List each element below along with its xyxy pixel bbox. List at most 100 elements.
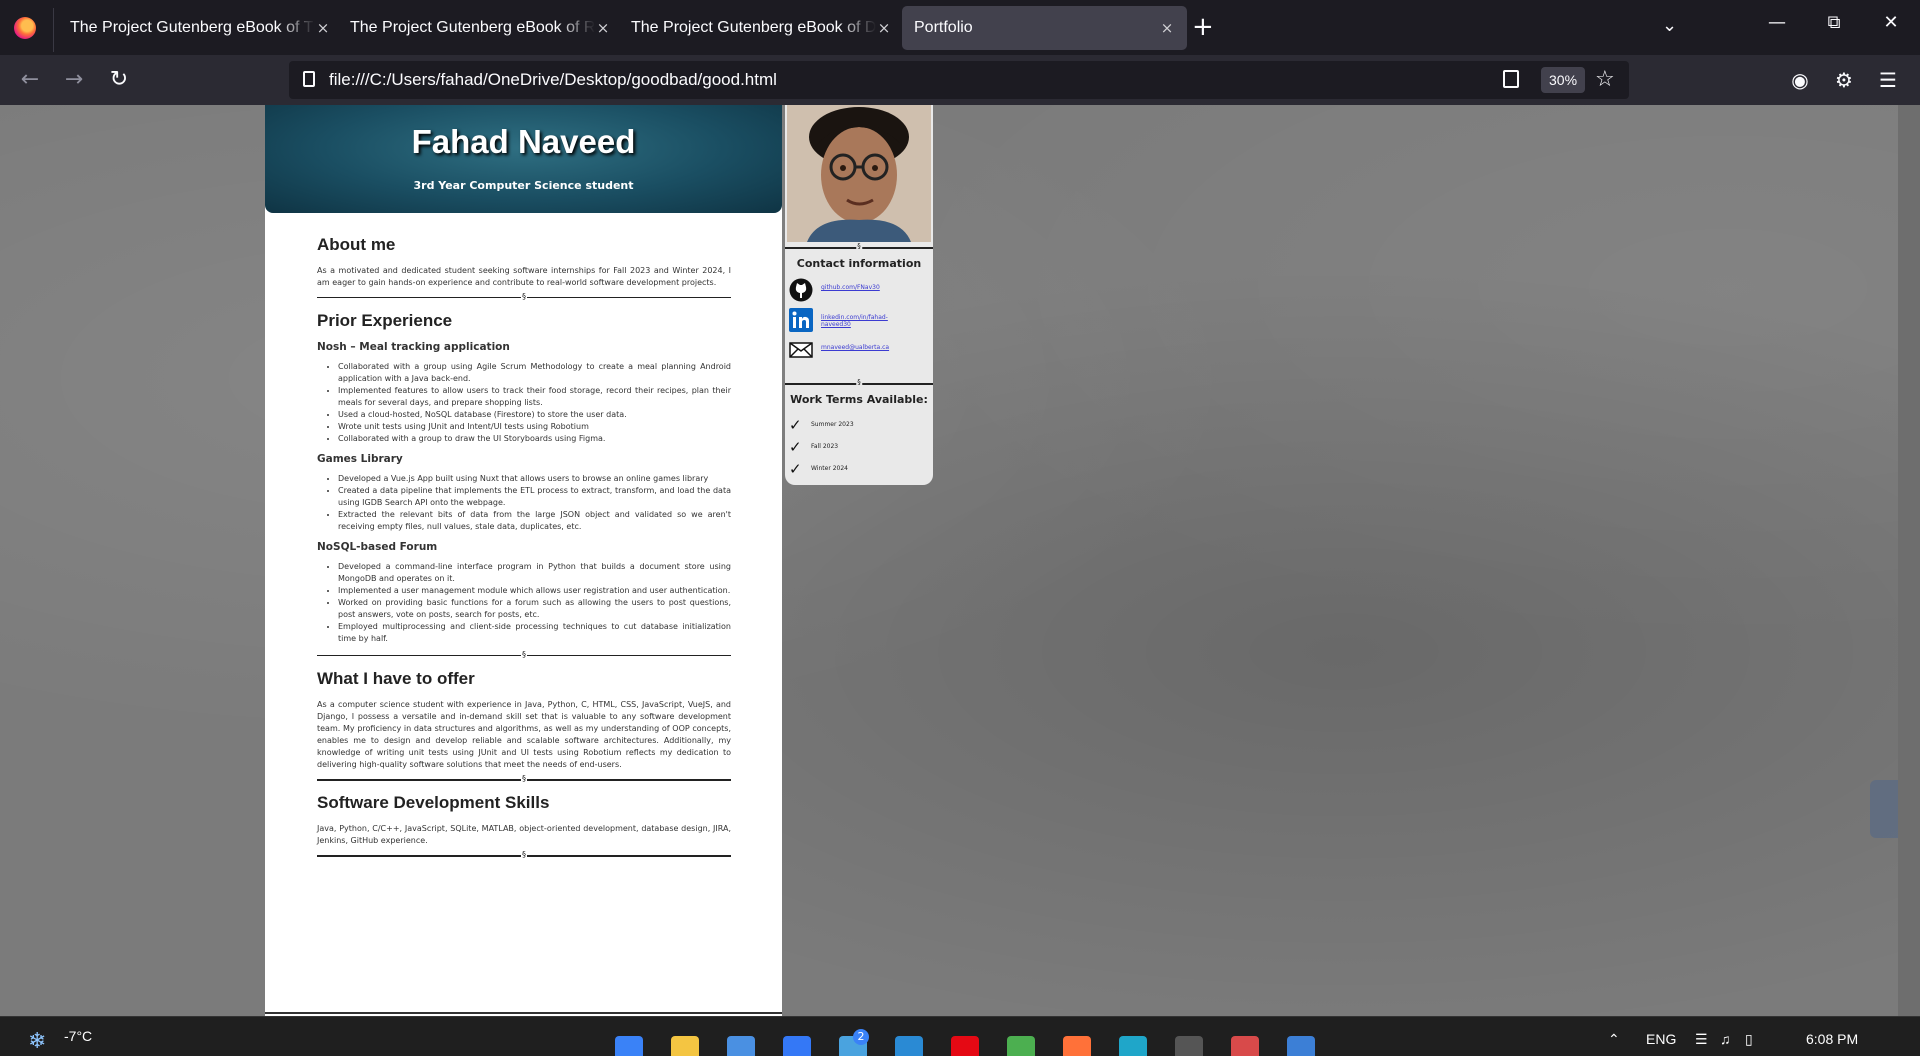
tab-portfolio[interactable]: Portfolio × (902, 6, 1187, 50)
tray-chevron-icon[interactable]: ⌃ (1608, 1031, 1620, 1048)
bullet: Extracted the relevant bits of data from… (338, 509, 731, 533)
resume-body: About me As a motivated and dedicated st… (317, 225, 731, 861)
terminal-icon[interactable] (1175, 1036, 1203, 1056)
page-bottom-border (265, 1012, 782, 1014)
windows-taskbar: ❄ -7°C 2 ⌃ ENG ☰ ♫ ▯ 6:08 PM (0, 1016, 1920, 1056)
reader-view-icon[interactable] (1503, 70, 1519, 88)
tab-romeo[interactable]: The Project Gutenberg eBook of Romeo and… (338, 6, 623, 50)
snipping-tool-icon[interactable] (1231, 1036, 1259, 1056)
sidebar-divider: § (785, 378, 933, 388)
close-icon[interactable]: × (1159, 20, 1175, 36)
list-all-tabs-icon[interactable]: ⌄ (1662, 15, 1677, 36)
bullet: Collaborated with a group to draw the UI… (338, 433, 731, 445)
bullet: Wrote unit tests using JUnit and Intent/… (338, 421, 731, 433)
notification-badge: 2 (853, 1029, 869, 1045)
volume-icon[interactable]: ♫ (1720, 1031, 1731, 1047)
bullet: Implemented features to allow users to t… (338, 385, 731, 409)
linkedin-icon (789, 308, 813, 332)
chrome-icon[interactable] (1007, 1036, 1035, 1056)
tab-strip: The Project Gutenberg eBook of The Adven… (0, 0, 1920, 55)
vscode-icon[interactable] (895, 1036, 923, 1056)
contact-linkedin[interactable]: linkedin.com/in/fahad-naveed30 (787, 308, 931, 334)
weather-temperature[interactable]: -7°C (64, 1028, 92, 1044)
restore-icon[interactable]: ⧉ (1819, 12, 1849, 33)
checkmark-icon: ✓ (789, 460, 802, 478)
snowflake-icon[interactable]: ❄ (28, 1029, 46, 1054)
bullet: Worked on providing basic functions for … (338, 597, 731, 621)
extensions-icon[interactable]: ⚙ (1832, 68, 1856, 92)
project-bullets: Developed a command-line interface progr… (317, 561, 731, 645)
file-explorer-icon[interactable] (671, 1036, 699, 1056)
page-icon (303, 71, 315, 87)
close-icon[interactable]: × (595, 20, 611, 36)
section-divider: § (317, 650, 731, 659)
paint-icon[interactable] (1287, 1036, 1315, 1056)
clock-time[interactable]: 6:08 PM (1806, 1031, 1858, 1047)
project-bullets: Developed a Vue.js App built using Nuxt … (317, 473, 731, 533)
tab-title: Portfolio (914, 19, 973, 36)
new-tab-button[interactable]: + (1192, 14, 1214, 40)
bookmark-star-icon[interactable]: ☆ (1595, 67, 1615, 92)
resume-subtitle: 3rd Year Computer Science student (413, 179, 634, 192)
work-term-label: Fall 2023 (811, 443, 839, 450)
skills-text: Java, Python, C/C++, JavaScript, SQLite,… (317, 824, 731, 845)
close-icon[interactable]: × (315, 20, 331, 36)
zoom-indicator[interactable]: 30% (1541, 67, 1586, 93)
tab-title: The Project Gutenberg eBook of Romeo and… (350, 19, 595, 36)
work-term-label: Summer 2023 (811, 421, 854, 428)
wifi-icon[interactable]: ☰ (1695, 1031, 1708, 1048)
battery-icon[interactable]: ▯ (1745, 1031, 1753, 1048)
bullet: Used a cloud-hosted, NoSQL database (Fir… (338, 409, 731, 421)
back-arrow-icon[interactable]: ← (17, 67, 43, 93)
edge-icon[interactable] (1119, 1036, 1147, 1056)
nav-bar: ← → ↻ file:///C:/Users/fahad/OneDrive/De… (0, 55, 1920, 105)
pocket-icon[interactable]: ◉ (1788, 68, 1812, 92)
tab-sherlock[interactable]: The Project Gutenberg eBook of The Adven… (58, 6, 343, 50)
forward-arrow-icon[interactable]: → (61, 67, 87, 93)
bullet: Developed a command-line interface progr… (338, 561, 731, 585)
url-text[interactable]: file:///C:/Users/fahad/OneDrive/Desktop/… (329, 70, 777, 90)
contact-github[interactable]: github.com/FNav30 (787, 278, 931, 304)
linkedin-link[interactable]: linkedin.com/in/fahad-naveed30 (821, 314, 911, 328)
resume-name: Fahad Naveed (411, 123, 636, 160)
checkmark-icon: ✓ (789, 438, 802, 456)
about-text: As a motivated and dedicated student see… (317, 266, 731, 287)
bullet: Created a data pipeline that implements … (338, 485, 731, 509)
reload-icon[interactable]: ↻ (106, 67, 132, 93)
offer-text: As a computer science student with exper… (317, 700, 731, 769)
mail-icon (789, 342, 813, 358)
tab-separator (53, 8, 54, 52)
work-terms-heading: Work Terms Available: (790, 393, 928, 406)
firefox-icon[interactable] (14, 17, 36, 39)
github-icon (789, 278, 813, 302)
checkmark-icon: ✓ (789, 416, 802, 434)
window-close-icon[interactable]: ✕ (1876, 12, 1906, 33)
project-bullets: Collaborated with a group using Agile Sc… (317, 361, 731, 445)
menu-icon[interactable]: ☰ (1876, 68, 1900, 92)
project-title: NoSQL-based Forum (317, 541, 438, 553)
url-bar[interactable]: file:///C:/Users/fahad/OneDrive/Desktop/… (289, 61, 1629, 99)
language-indicator[interactable]: ENG (1646, 1031, 1676, 1047)
section-divider: § (317, 850, 731, 859)
minimize-icon[interactable]: — (1762, 12, 1792, 33)
app-icon[interactable] (783, 1036, 811, 1056)
tab-dracula[interactable]: The Project Gutenberg eBook of Dracula × (619, 6, 904, 50)
github-link[interactable]: github.com/FNav30 (821, 284, 911, 291)
contact-email[interactable]: mnaveed@ualberta.ca (787, 338, 931, 364)
project-title: Nosh – Meal tracking application (317, 341, 510, 353)
email-link[interactable]: mnaveed@ualberta.ca (821, 344, 911, 351)
netflix-icon[interactable] (951, 1036, 979, 1056)
close-icon[interactable]: × (876, 20, 892, 36)
contact-heading: Contact information (796, 257, 922, 270)
start-icon[interactable] (615, 1036, 643, 1056)
firefox-taskbar-icon[interactable] (1063, 1036, 1091, 1056)
section-divider: § (317, 292, 731, 301)
store-icon[interactable] (727, 1036, 755, 1056)
profile-photo (787, 105, 931, 242)
tab-title: The Project Gutenberg eBook of The Adven… (70, 19, 315, 36)
resume-header: Fahad Naveed 3rd Year Computer Science s… (265, 105, 782, 213)
about-heading: About me (317, 235, 396, 254)
section-divider: § (317, 774, 731, 783)
scrollbar[interactable] (1898, 105, 1920, 1016)
project-title: Games Library (317, 453, 403, 465)
